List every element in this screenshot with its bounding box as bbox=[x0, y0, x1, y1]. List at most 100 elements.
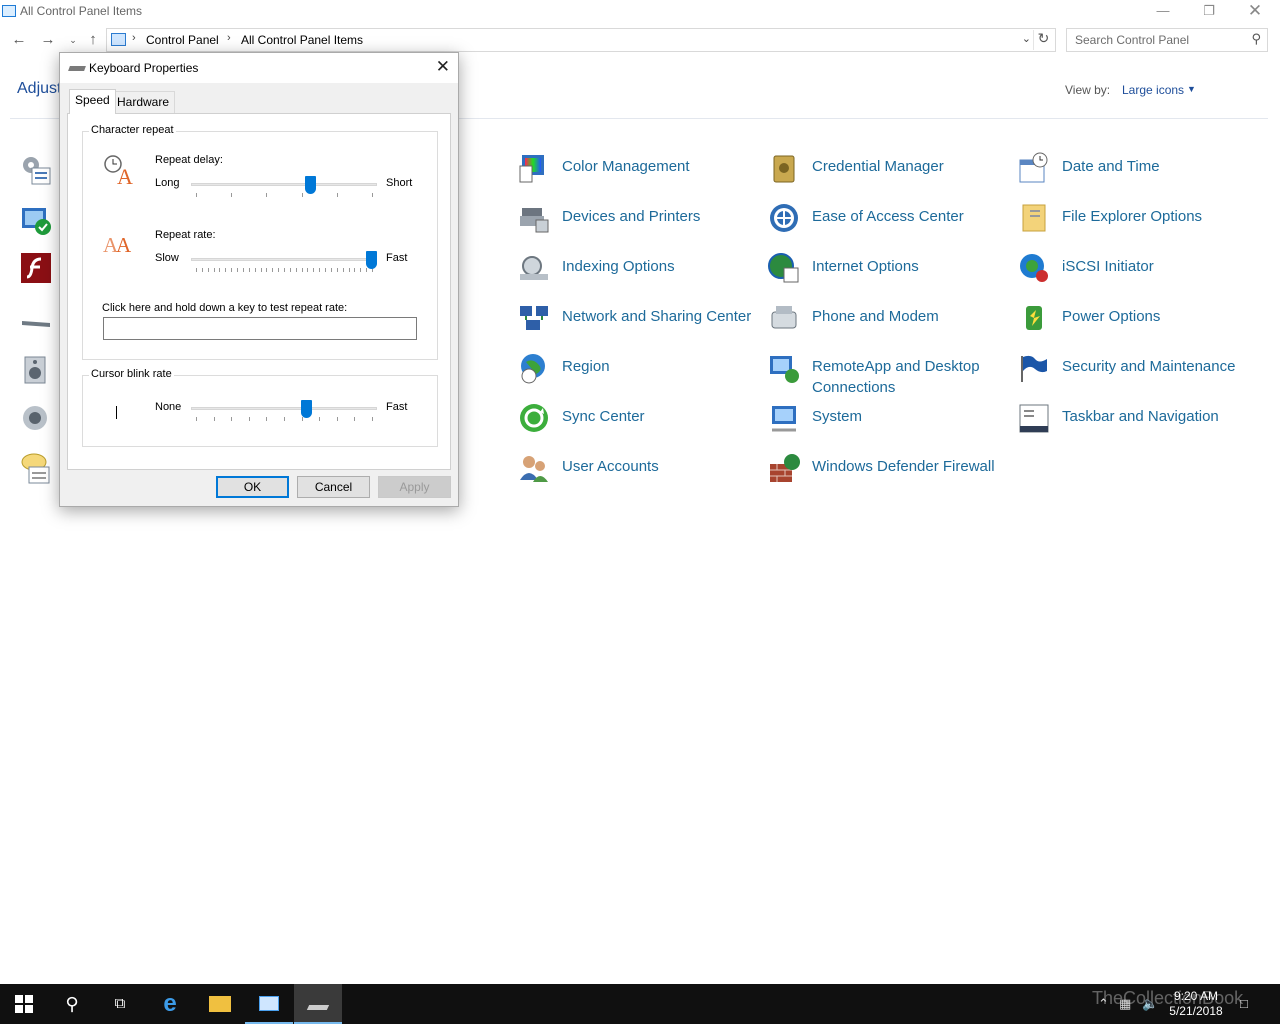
keyboard-taskbar-icon[interactable] bbox=[294, 984, 342, 1024]
slider-thumb[interactable] bbox=[366, 251, 377, 269]
cursor-blink-slider[interactable] bbox=[191, 400, 377, 430]
slider-thumb[interactable] bbox=[301, 400, 313, 418]
restore-button[interactable]: ❐ bbox=[1186, 0, 1232, 24]
start-button[interactable] bbox=[0, 984, 48, 1024]
internet-explorer-icon[interactable]: e bbox=[146, 984, 194, 1024]
file-explorer-icon[interactable] bbox=[196, 984, 244, 1024]
control-panel-item[interactable]: Sync Center bbox=[518, 402, 758, 448]
control-panel-item[interactable]: File Explorer Options bbox=[1018, 202, 1258, 248]
breadcrumb-separator-icon[interactable]: › bbox=[132, 32, 136, 44]
control-panel-item[interactable]: Devices and Printers bbox=[518, 202, 758, 248]
breadcrumb-control-panel[interactable]: Control Panel bbox=[146, 33, 219, 47]
keyboard-icon[interactable] bbox=[20, 308, 52, 340]
system-icon bbox=[772, 406, 796, 432]
control-panel-item[interactable]: Taskbar and Navigation bbox=[1018, 402, 1258, 448]
close-icon[interactable]: ✕ bbox=[436, 57, 450, 77]
control-panel-item[interactable]: Region bbox=[518, 352, 758, 398]
phone-modem-icon bbox=[771, 306, 797, 329]
slider-thumb[interactable] bbox=[304, 176, 316, 194]
control-panel-item[interactable]: Phone and Modem bbox=[768, 302, 1008, 348]
slider-tick bbox=[330, 268, 332, 272]
slider-tick bbox=[313, 268, 315, 272]
test-repeat-input[interactable] bbox=[103, 317, 417, 340]
sound-icon[interactable] bbox=[20, 402, 52, 434]
back-arrow-icon[interactable]: ← bbox=[9, 30, 29, 50]
caret-down-icon[interactable]: ▼ bbox=[1187, 84, 1196, 94]
control-panel-item[interactable]: Color Management bbox=[518, 152, 758, 198]
svg-text:A: A bbox=[116, 233, 132, 257]
apply-button[interactable]: Apply bbox=[378, 476, 451, 498]
volume-icon[interactable]: 🔈 bbox=[1142, 996, 1158, 1012]
slider-tick bbox=[336, 417, 338, 421]
slider-tick bbox=[348, 268, 350, 272]
clock[interactable]: 9:20 AM 5/21/2018 bbox=[1166, 989, 1226, 1019]
control-panel-item-label: File Explorer Options bbox=[1062, 208, 1203, 225]
speech-recognition-icon[interactable] bbox=[20, 452, 52, 484]
repeat-rate-slider[interactable] bbox=[191, 251, 377, 281]
slider-tick bbox=[295, 268, 297, 272]
tab-hardware[interactable]: Hardware bbox=[111, 91, 176, 113]
control-panel-item[interactable]: Security and Maintenance bbox=[1018, 352, 1258, 398]
cursor-blink-max-label: Fast bbox=[386, 401, 408, 413]
slider-track[interactable] bbox=[191, 407, 377, 410]
control-panel-item[interactable]: Credential Manager bbox=[768, 152, 1008, 198]
control-panel-item[interactable]: Ease of Access Center bbox=[768, 202, 1008, 248]
cancel-button[interactable]: Cancel bbox=[297, 476, 370, 498]
control-panel-item[interactable]: Windows Defender Firewall bbox=[768, 452, 1008, 498]
minimize-button[interactable]: — bbox=[1140, 0, 1186, 24]
search-icon[interactable]: ⚲ bbox=[1251, 31, 1261, 47]
test-repeat-label: Click here and hold down a key to test r… bbox=[102, 302, 348, 314]
close-button[interactable]: ✕ bbox=[1232, 0, 1278, 24]
slider-track[interactable] bbox=[191, 183, 377, 186]
control-panel-item[interactable]: Internet Options bbox=[768, 252, 1008, 298]
slider-tick bbox=[354, 268, 356, 272]
network-icon[interactable]: ▦ bbox=[1119, 996, 1131, 1012]
slider-tick bbox=[307, 268, 309, 272]
administrative-tools-icon[interactable] bbox=[20, 154, 52, 186]
up-arrow-icon[interactable]: ↑ bbox=[83, 30, 103, 50]
task-view-icon[interactable]: ⧉ bbox=[96, 984, 144, 1024]
chevron-down-icon[interactable]: ⌄ bbox=[1022, 32, 1031, 45]
search-icon[interactable]: ⚲ bbox=[48, 984, 96, 1024]
breadcrumb-all-items[interactable]: All Control Panel Items bbox=[241, 33, 363, 47]
control-panel-item-label: Devices and Printers bbox=[562, 208, 701, 225]
chevron-up-icon[interactable]: ⌃ bbox=[1098, 996, 1109, 1012]
control-panel-item[interactable]: RemoteApp and Desktop Connections bbox=[768, 352, 1008, 398]
ok-button[interactable]: OK bbox=[216, 476, 289, 498]
address-bar[interactable]: › Control Panel › All Control Panel Item… bbox=[106, 28, 1056, 52]
control-panel-item[interactable]: Network and Sharing Center bbox=[518, 302, 758, 348]
repeat-delay-slider[interactable] bbox=[191, 176, 377, 206]
printer-icon bbox=[520, 208, 549, 233]
refresh-icon[interactable]: ↻ bbox=[1033, 30, 1053, 50]
control-panel-item-label: Internet Options bbox=[812, 258, 919, 275]
tab-speed[interactable]: Speed bbox=[69, 89, 116, 114]
notifications-icon[interactable]: □ bbox=[1240, 996, 1248, 1011]
control-panel-item[interactable]: System bbox=[768, 402, 1008, 448]
network-icon bbox=[520, 306, 548, 330]
control-panel-icon bbox=[2, 5, 16, 17]
control-panel-item[interactable]: iSCSI Initiator bbox=[1018, 252, 1258, 298]
flash-player-icon[interactable] bbox=[20, 252, 52, 284]
control-panel-item-label: System bbox=[812, 408, 863, 425]
search-box[interactable]: Search Control Panel ⚲ bbox=[1066, 28, 1268, 52]
slider-tick bbox=[266, 268, 268, 272]
sound-device-icon[interactable] bbox=[20, 354, 52, 386]
search-input[interactable]: Search Control Panel bbox=[1075, 33, 1189, 47]
control-panel-item-label: Taskbar and Navigation bbox=[1062, 408, 1219, 425]
slider-track[interactable] bbox=[191, 258, 377, 261]
cursor-preview bbox=[116, 406, 117, 419]
slider-tick bbox=[301, 193, 303, 197]
control-panel-item[interactable]: Indexing Options bbox=[518, 252, 758, 298]
windows-update-icon[interactable] bbox=[20, 205, 52, 237]
slider-tick bbox=[213, 268, 215, 272]
control-panel-item[interactable]: User Accounts bbox=[518, 452, 758, 498]
page-title: Adjust bbox=[17, 80, 62, 97]
breadcrumb-separator-icon[interactable]: › bbox=[227, 32, 231, 44]
control-panel-taskbar-icon[interactable] bbox=[245, 984, 293, 1024]
view-by-dropdown[interactable]: Large icons bbox=[1122, 83, 1184, 97]
repeat-delay-min-label: Long bbox=[155, 177, 180, 189]
control-panel-item[interactable]: Date and Time bbox=[1018, 152, 1258, 198]
recent-locations-chevron-icon[interactable]: ⌄ bbox=[63, 30, 83, 50]
control-panel-item[interactable]: Power Options bbox=[1018, 302, 1258, 348]
forward-arrow-icon[interactable]: → bbox=[38, 30, 58, 50]
